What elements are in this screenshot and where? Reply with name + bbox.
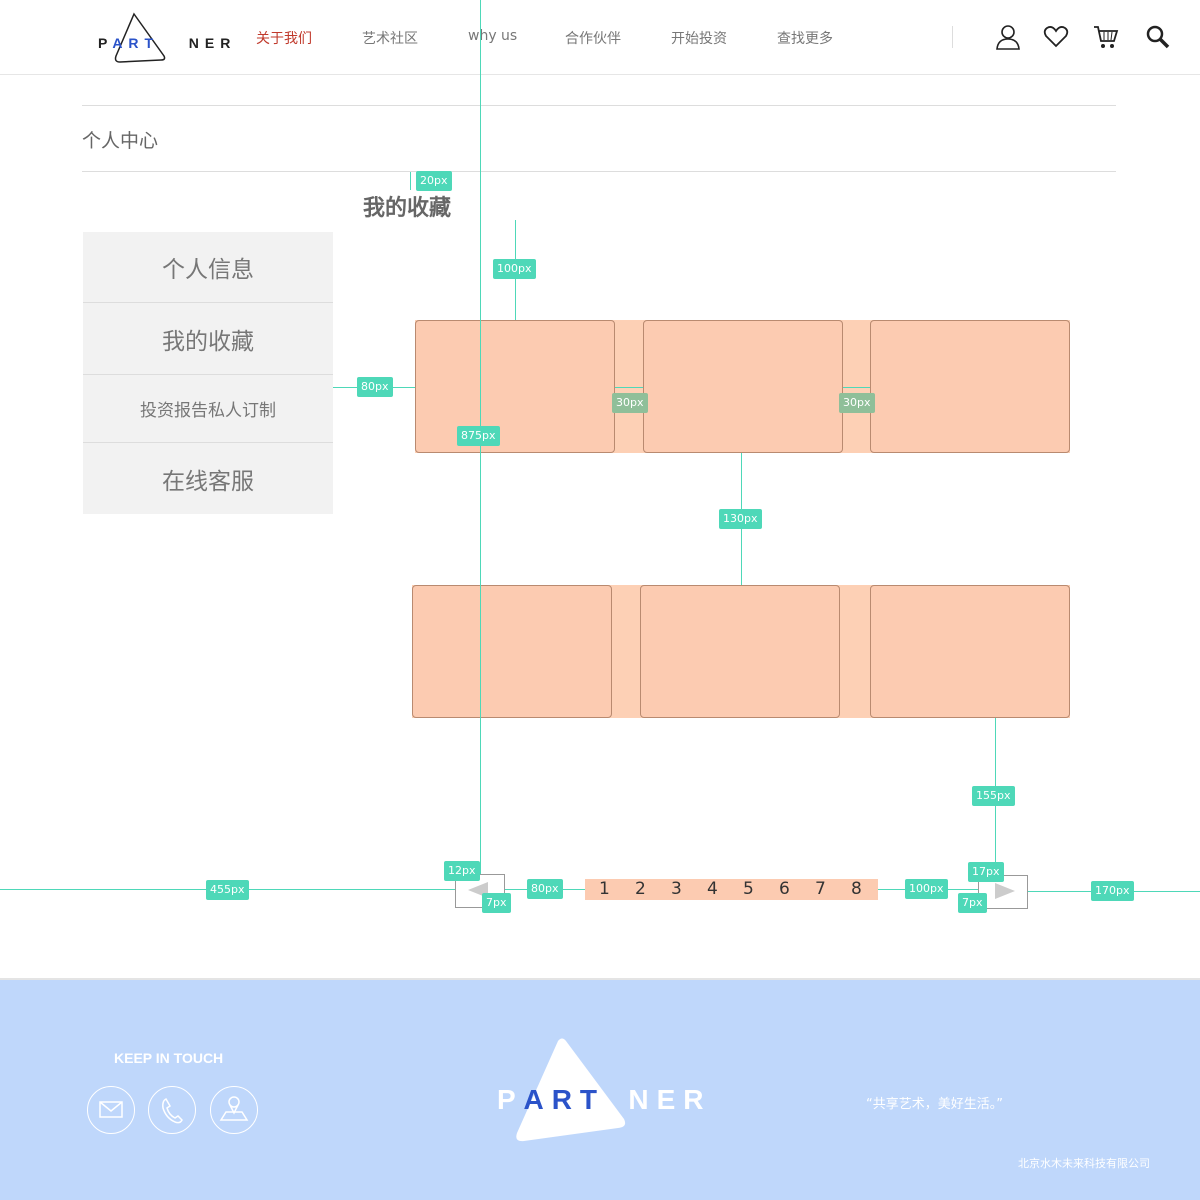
footer: KEEP IN TOUCH P ART NER “共享艺术，美好生活。” 北京水…	[0, 978, 1200, 1200]
annotation-tag: 7px	[958, 893, 987, 913]
page-number[interactable]: 3	[671, 879, 682, 900]
sidebar-item-custom-report[interactable]: 投资报告私人订制	[83, 375, 333, 443]
annotation-tag: 12px	[444, 861, 480, 881]
footer-logo-text-art: ART	[523, 1084, 606, 1115]
logo[interactable]: PART NER	[98, 12, 230, 64]
logo-text-right: NER	[188, 35, 237, 51]
footer-logo-text-left: P	[497, 1084, 516, 1115]
page-number[interactable]: 8	[851, 879, 862, 900]
page: PART NER 关于我们 艺术社区 why us 合作伙伴 开始投资 查找更多…	[0, 0, 1200, 1200]
sidebar-item-profile[interactable]: 个人信息	[83, 232, 333, 303]
annotation-tag: 80px	[357, 377, 393, 397]
annotation-tag: 170px	[1091, 881, 1134, 901]
cart-icon[interactable]	[1093, 24, 1119, 50]
nav-why-us[interactable]: why us	[468, 28, 517, 44]
annotation-tag: 30px	[612, 393, 648, 413]
favorite-card[interactable]	[412, 585, 612, 718]
favorite-card[interactable]	[643, 320, 843, 453]
guide-line-vertical	[480, 0, 481, 900]
nav-art-community[interactable]: 艺术社区	[362, 28, 418, 48]
footer-logo-text-right: NER	[628, 1084, 712, 1115]
guide-line-30a	[615, 387, 643, 388]
page-number[interactable]: 7	[815, 879, 826, 900]
footer-slogan: “共享艺术，美好生活。”	[866, 1097, 1003, 1112]
nav-partners[interactable]: 合作伙伴	[565, 28, 621, 48]
annotation-tag: 30px	[839, 393, 875, 413]
sidebar-item-support[interactable]: 在线客服	[83, 443, 333, 514]
favorite-card[interactable]	[870, 320, 1070, 453]
annotation-tag: 20px	[416, 171, 452, 191]
footer-company-name: 北京水木未来科技有限公司	[1018, 1157, 1150, 1170]
section-title: 我的收藏	[363, 196, 452, 221]
header: PART NER 关于我们 艺术社区 why us 合作伙伴 开始投资 查找更多	[0, 0, 1200, 75]
favorite-card[interactable]	[415, 320, 615, 453]
sidebar: 个人信息 我的收藏 投资报告私人订制 在线客服	[83, 232, 333, 514]
page-number[interactable]: 4	[707, 879, 718, 900]
user-icon[interactable]	[995, 24, 1021, 50]
heart-icon[interactable]	[1043, 24, 1069, 50]
guide-line-30b	[843, 387, 870, 388]
phone-icon[interactable]	[148, 1086, 196, 1134]
annotation-tag: 155px	[972, 786, 1015, 806]
pagination: 1 2 3 4 5 6 7 8	[585, 879, 878, 900]
keep-in-touch-heading: KEEP IN TOUCH	[114, 1050, 224, 1066]
breadcrumb: 个人中心	[82, 130, 159, 152]
annotation-tag: 100px	[905, 879, 948, 899]
page-number[interactable]: 1	[599, 879, 610, 900]
page-number[interactable]: 2	[635, 879, 646, 900]
annotation-tag: 17px	[968, 862, 1004, 882]
favorite-card[interactable]	[870, 585, 1070, 718]
annotation-tag: 7px	[482, 893, 511, 913]
annotation-tag: 130px	[719, 509, 762, 529]
page-number[interactable]: 5	[743, 879, 754, 900]
favorite-card[interactable]	[640, 585, 840, 718]
annotation-tag: 455px	[206, 880, 249, 900]
guide-line-20	[410, 172, 411, 190]
map-icon[interactable]	[210, 1086, 258, 1134]
logo-text-left: P	[98, 35, 113, 51]
annotation-tag: 875px	[457, 426, 500, 446]
page-number[interactable]: 6	[779, 879, 790, 900]
mail-icon[interactable]	[87, 1086, 135, 1134]
logo-text: PART NER	[98, 35, 236, 51]
nav-start-invest[interactable]: 开始投资	[671, 28, 727, 48]
nav-about[interactable]: 关于我们	[256, 28, 312, 48]
breadcrumb-bottom-rule	[82, 171, 1116, 172]
search-icon[interactable]	[1145, 24, 1171, 50]
header-divider	[952, 26, 953, 48]
breadcrumb-top-rule	[82, 105, 1116, 106]
annotation-tag: 80px	[527, 879, 563, 899]
footer-logo-text: P ART NER	[497, 1084, 711, 1116]
logo-text-art: ART	[112, 35, 160, 51]
sidebar-item-favorites[interactable]: 我的收藏	[83, 303, 333, 375]
annotation-tag: 100px	[493, 259, 536, 279]
nav-find-more[interactable]: 查找更多	[777, 28, 833, 48]
